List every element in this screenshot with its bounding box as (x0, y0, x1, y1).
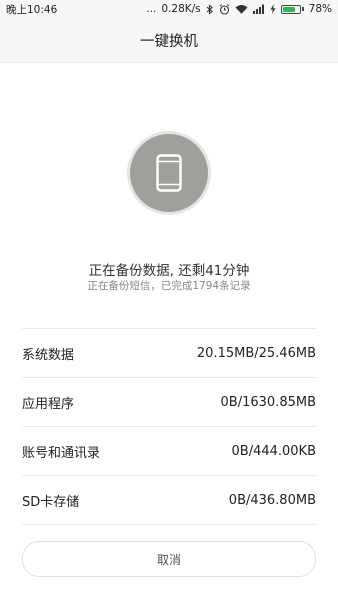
status-icons: ... 0.28K/s 78% (146, 3, 332, 15)
item-label: 应用程序 (22, 396, 75, 412)
item-value: 20.15MB/25.46MB (196, 345, 316, 361)
item-label: SD卡存储 (22, 494, 80, 510)
backup-status-text: 正在备份数据, 还剩41分钟 (88, 263, 250, 279)
backup-detail-text: 正在备份短信，已完成1794条记录 (87, 280, 251, 292)
status-dots: ... (146, 3, 157, 15)
item-value: 0B/436.80MB (228, 492, 316, 508)
page-title: 一键换机 (140, 33, 198, 50)
network-speed: 0.28K/s (161, 3, 201, 15)
status-time: 晚上10:46 (6, 3, 58, 16)
battery-percent: 78% (308, 3, 332, 15)
title-bar: 一键换机 (0, 18, 338, 63)
item-label: 系统数据 (22, 347, 75, 363)
list-item-contacts: 账号和通讯录 0B/444.00KB (22, 426, 316, 475)
cancel-button[interactable]: 取消 (22, 541, 316, 577)
cancel-label: 取消 (156, 552, 181, 567)
item-value: 0B/1630.85MB (220, 394, 316, 410)
charging-icon (270, 4, 276, 14)
bluetooth-icon (206, 3, 213, 15)
list-item-apps: 应用程序 0B/1630.85MB (22, 377, 316, 426)
item-label: 账号和通讯录 (22, 445, 101, 461)
main-content: 正在备份数据, 还剩41分钟 正在备份短信，已完成1794条记录 系统数据 20… (0, 63, 338, 600)
phone-icon (156, 154, 182, 192)
wifi-icon (235, 5, 248, 14)
list-item-system-data: 系统数据 20.15MB/25.46MB (22, 328, 316, 377)
list-item-sd-storage: SD卡存储 0B/436.80MB (22, 475, 316, 525)
backup-status-circle (127, 131, 211, 215)
status-bar: 晚上10:46 ... 0.28K/s 78% (0, 0, 338, 18)
alarm-icon (219, 3, 229, 15)
item-value: 0B/444.00KB (231, 443, 317, 459)
signal-icon (252, 4, 264, 14)
data-category-list: 系统数据 20.15MB/25.46MB 应用程序 0B/1630.85MB 账… (22, 328, 316, 525)
battery-icon (280, 4, 304, 14)
